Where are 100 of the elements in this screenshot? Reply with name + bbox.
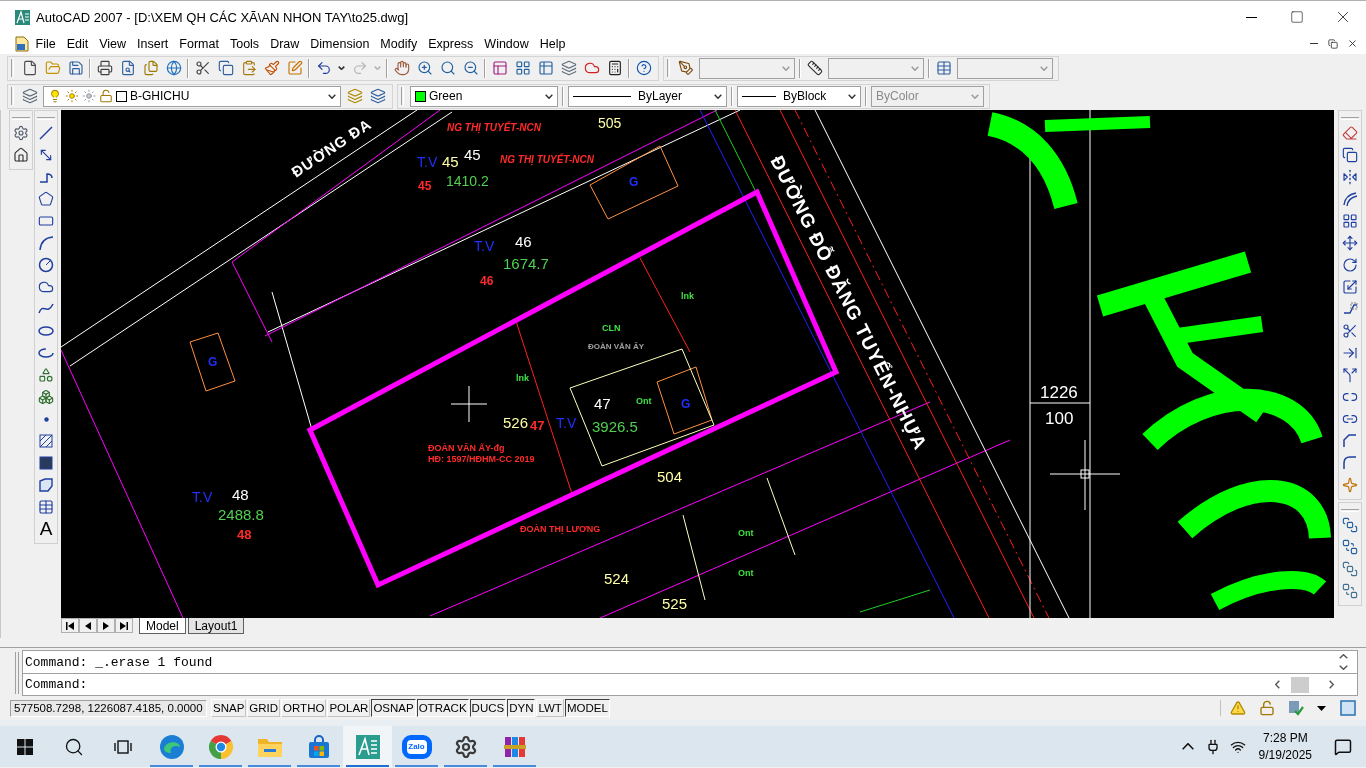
- chat-logo: Zalo: [401, 734, 432, 759]
- status-toggle[interactable]: OSNAP: [371, 699, 416, 717]
- page-magnifier-icon: [119, 60, 136, 76]
- house-icon: [13, 147, 29, 163]
- status-toggle[interactable]: POLAR: [327, 699, 371, 717]
- scroll-thumb[interactable]: [1291, 676, 1309, 693]
- globe-icon: [165, 60, 182, 76]
- status-toggle[interactable]: MODEL: [564, 699, 610, 717]
- drawing-canvas[interactable]: [61, 110, 1334, 618]
- menu-item[interactable]: Express: [422, 33, 479, 54]
- chevron-down-icon: [328, 93, 336, 99]
- line-sample: [742, 95, 776, 97]
- status-toggle[interactable]: SNAP: [211, 699, 247, 717]
- window-title: AutoCAD 2007 - [D:\XEM QH CÁC XÃ\AN NHON TAY\to25.dwg]: [36, 9, 409, 25]
- building-outline: [189, 332, 236, 392]
- layer-dropdown[interactable]: B-GHICHU: [43, 85, 341, 107]
- cloud-icon: [583, 60, 600, 76]
- lineweight-dropdown[interactable]: ByBlock: [737, 85, 861, 107]
- text-tool-button[interactable]: A: [35, 518, 57, 540]
- menu-item[interactable]: Edit: [61, 33, 94, 54]
- eraser-icon: [1342, 125, 1358, 141]
- app-logo-icon: [15, 9, 30, 25]
- linetype-dropdown[interactable]: ByLayer: [568, 85, 727, 107]
- paintbrush-icon: [263, 60, 280, 76]
- taskbar-app-button[interactable]: Zalo: [392, 726, 441, 767]
- wheel-logo-icon: [207, 733, 234, 760]
- menu-item[interactable]: File: [30, 33, 62, 54]
- zoom-in-icon: [416, 60, 433, 76]
- minimize-icon: [1245, 16, 1257, 18]
- menu-item[interactable]: Insert: [131, 33, 174, 54]
- menu-item[interactable]: Window: [478, 33, 535, 54]
- open-lock-icon: [1258, 700, 1275, 716]
- menu-item[interactable]: View: [93, 33, 132, 54]
- layout-tab[interactable]: Model: [139, 618, 186, 634]
- stacked-squares-icon: [1342, 539, 1358, 555]
- color-dropdown[interactable]: Green: [410, 85, 558, 107]
- last-tab-button[interactable]: [115, 618, 133, 633]
- chevron-left-icon: [1274, 680, 1280, 689]
- chamfer-icon: [1342, 433, 1358, 449]
- next-tab-button[interactable]: [97, 618, 115, 633]
- land-type-label: T.V: [417, 154, 438, 170]
- menu-item[interactable]: Tools: [224, 33, 265, 54]
- maximize-icon: [1290, 10, 1304, 24]
- owner-name: ĐOÀN VĂN ẤY-đg: [428, 443, 505, 453]
- crosshair-icon: [450, 385, 488, 423]
- menu-item[interactable]: Format: [173, 33, 225, 54]
- chevron-down-icon: [545, 93, 553, 99]
- skip-start-icon: [66, 621, 74, 630]
- check-icon: [1287, 700, 1304, 716]
- status-toggle[interactable]: ORTHO: [281, 699, 327, 717]
- pencil-square-icon: [286, 60, 303, 76]
- status-toggle[interactable]: LWT: [536, 699, 564, 717]
- printer-icon: [96, 60, 113, 76]
- status-toggle[interactable]: OTRACK: [416, 699, 469, 717]
- caret-icon: [1317, 705, 1326, 711]
- parcel-number: 45: [464, 146, 481, 163]
- first-tab-button[interactable]: [61, 618, 79, 633]
- hand-icon: [393, 60, 410, 76]
- page-stack-icon: [142, 60, 159, 76]
- owner-name: NG THỊ TUYẾT-NCN: [500, 154, 594, 165]
- caret-icon: [374, 66, 381, 70]
- previous-tab-button[interactable]: [79, 618, 97, 633]
- menu-item[interactable]: Help: [534, 33, 572, 54]
- swirl-logo-icon: [158, 733, 185, 760]
- square-icon: [1339, 700, 1356, 716]
- close-icon: [1346, 38, 1358, 49]
- folder-icon: [44, 60, 61, 76]
- fillet-icon: [1342, 455, 1358, 471]
- status-toggle[interactable]: GRID: [247, 699, 281, 717]
- land-use-label: Ont: [636, 396, 652, 406]
- status-toggle[interactable]: DYN: [507, 699, 536, 717]
- area-label: 1410.2: [446, 173, 489, 189]
- chevron-down-icon: [911, 65, 919, 71]
- parcel-number: 45: [418, 179, 432, 193]
- area-label: 3926.5: [592, 418, 638, 435]
- chevron-down-icon: [1338, 665, 1348, 670]
- clock-button[interactable]: 7:28 PM 9/19/2025: [1250, 726, 1320, 767]
- copy-icon: [1342, 147, 1358, 163]
- notification-icon: [1334, 737, 1352, 756]
- ellipse-arc-icon: [38, 348, 54, 358]
- status-toggle[interactable]: DUCS: [469, 699, 507, 717]
- stacked-squares-icon: [1342, 583, 1358, 599]
- mirror-icon: [1342, 169, 1358, 185]
- caret-icon: [338, 66, 345, 70]
- land-use-label: lnk: [516, 373, 529, 383]
- chevron-down-icon: [714, 93, 722, 99]
- land-type-label: T.V: [192, 489, 213, 505]
- shopping-bag-icon: [306, 734, 331, 759]
- menu-item[interactable]: Dimension: [304, 33, 375, 54]
- layout-tab[interactable]: Layout1: [187, 618, 245, 634]
- menu-item[interactable]: Draw: [264, 33, 305, 54]
- sun-icon: [82, 89, 96, 103]
- land-type-label: T.V: [556, 415, 577, 431]
- menu-item[interactable]: Modify: [374, 33, 423, 54]
- cross-marker-icon: [1049, 439, 1121, 511]
- taskbar-app-button[interactable]: [343, 726, 392, 767]
- chevron-down-icon: [971, 93, 979, 99]
- warning-icon: [1229, 700, 1246, 716]
- land-use-label: lnk: [681, 291, 694, 301]
- layers-icon: [369, 88, 386, 104]
